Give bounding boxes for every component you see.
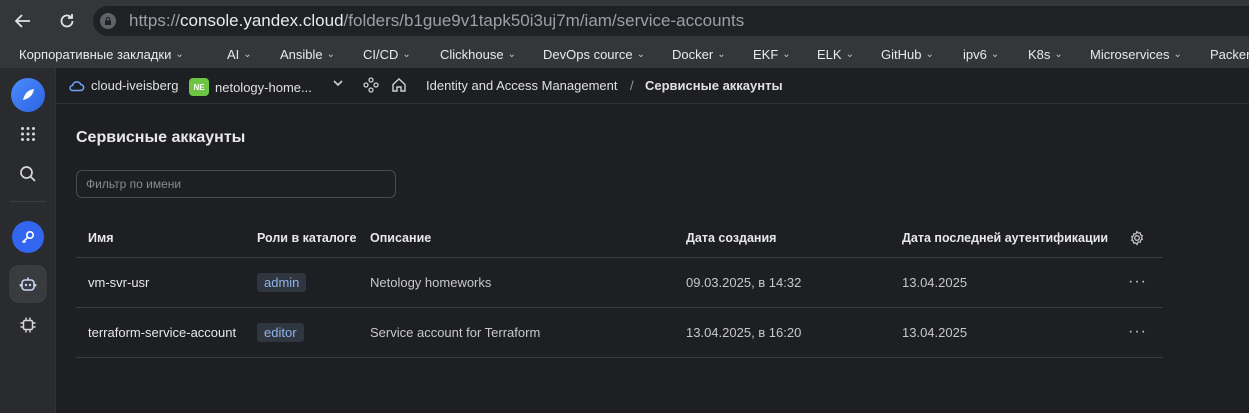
bookmark-label: DevOps cource [543, 47, 633, 62]
robot-icon[interactable] [9, 265, 47, 303]
breadcrumb: cloud-iveisberg NE netology-home... Iden… [56, 68, 1249, 104]
bookmark-folder[interactable]: Ansible ⌄ [280, 47, 335, 62]
service-name: Identity and Access Management [426, 78, 618, 93]
breadcrumb-folder[interactable]: NE netology-home... [189, 78, 312, 96]
yandex-cloud-logo-icon[interactable] [11, 78, 45, 112]
key-icon[interactable] [12, 221, 44, 253]
chevron-down-icon: ⌄ [175, 49, 184, 60]
table-row[interactable]: terraform-service-account editor Service… [76, 308, 1163, 358]
sidebar-divider [10, 201, 46, 202]
column-header-created[interactable]: Дата создания [686, 231, 776, 245]
table-header-row: Имя Роли в каталоге Описание Дата создан… [76, 218, 1163, 258]
bookmark-label: CI/CD [363, 47, 399, 62]
url-scheme: https:// [129, 11, 181, 30]
bookmark-folder[interactable]: Packer [1210, 47, 1249, 62]
left-sidebar [0, 68, 56, 413]
bookmarks-bar: Корпоративные закладки ⌄ AI ⌄ Ansible ⌄ CI/… [0, 42, 1249, 68]
chevron-down-icon: ⌄ [326, 49, 336, 60]
bookmark-folder[interactable]: GitHub ⌄ [881, 47, 934, 62]
home-icon[interactable] [391, 77, 407, 93]
search-icon[interactable] [9, 155, 47, 193]
bookmark-label: Clickhouse [440, 47, 504, 62]
site-info-icon[interactable] [100, 13, 116, 29]
chevron-down-icon: ⌄ [636, 49, 645, 60]
bookmark-label: AI [227, 47, 240, 62]
bookmark-folder[interactable]: ipv6 ⌄ [963, 47, 999, 62]
page-title: Сервисные аккаунты [76, 129, 246, 146]
reload-icon[interactable] [55, 9, 79, 33]
url-path: /folders/b1gue9v1tapk50i3uj7m/iam/servic… [343, 11, 745, 30]
chevron-down-icon: ⌄ [717, 49, 726, 60]
role-badge: admin [257, 273, 307, 292]
chevron-down-icon: ⌄ [845, 49, 854, 60]
bookmark-folder[interactable]: DevOps cource ⌄ [543, 47, 645, 62]
table-row[interactable]: vm-svr-usr admin Netology homeworks 09.0… [76, 258, 1163, 308]
bookmark-folder[interactable]: ELK ⌄ [817, 47, 854, 62]
bookmark-label: Ansible [280, 47, 323, 62]
bookmark-label: Docker [672, 47, 714, 62]
bookmark-label: ipv6 [963, 47, 987, 62]
chevron-down-icon: ⌄ [1173, 49, 1182, 60]
account-description: Netology homeworks [370, 275, 492, 290]
table-settings-gear-icon[interactable] [1129, 230, 1145, 246]
chevron-down-icon: ⌄ [990, 49, 1000, 60]
address-bar[interactable]: https://console.yandex.cloud/folders/b1g… [93, 6, 1249, 36]
role-badge: editor [257, 323, 304, 342]
bookmark-label: K8s [1028, 47, 1051, 62]
back-arrow-icon[interactable] [11, 9, 35, 33]
account-name[interactable]: terraform-service-account [88, 325, 236, 340]
account-description: Service account for Terraform [370, 325, 541, 340]
more-actions-icon[interactable]: ··· [1128, 323, 1147, 341]
more-actions-icon[interactable]: ··· [1128, 273, 1147, 291]
bookmark-label: EKF [753, 47, 779, 62]
bookmark-folder[interactable]: Microservices ⌄ [1090, 47, 1182, 62]
separator-label: / [630, 78, 634, 93]
bookmark-folder[interactable]: CI/CD ⌄ [363, 47, 411, 62]
name-filter-input[interactable] [76, 170, 396, 198]
column-header-last-auth[interactable]: Дата последней аутентификации [902, 231, 1108, 245]
cloud-icon [69, 81, 85, 92]
last-auth-date: 13.04.2025 [902, 325, 968, 340]
chevron-down-icon: ⌄ [925, 49, 934, 60]
bookmark-label: ELK [817, 47, 842, 62]
bookmark-folder[interactable]: EKF ⌄ [753, 47, 791, 62]
breadcrumb-cloud[interactable]: cloud-iveisberg [68, 78, 178, 93]
bookmark-folder[interactable]: Корпоративные закладки ⌄ [19, 47, 184, 62]
chevron-down-icon: ⌄ [1054, 49, 1063, 60]
folder-name: netology-home... [215, 79, 312, 95]
bookmark-folder[interactable]: Clickhouse ⌄ [440, 47, 516, 62]
bookmark-folder[interactable]: K8s ⌄ [1028, 47, 1063, 62]
breadcrumb-current: Сервисные аккаунты [645, 78, 783, 93]
chevron-down-icon: ⌄ [402, 49, 411, 60]
folder-badge: NE [189, 78, 209, 96]
column-header-description[interactable]: Описание [370, 231, 431, 245]
chevron-down-icon: ⌄ [243, 49, 252, 60]
bookmark-label: GitHub [881, 47, 922, 62]
chip-icon[interactable] [9, 306, 47, 344]
chevron-down-icon: ⌄ [782, 49, 791, 60]
created-date: 09.03.2025, в 14:32 [686, 275, 802, 290]
browser-toolbar: https://console.yandex.cloud/folders/b1g… [0, 0, 1249, 42]
bookmark-folder[interactable]: AI ⌄ [227, 47, 252, 62]
bookmark-label: Microservices [1090, 47, 1170, 62]
column-header-roles[interactable]: Роли в каталоге [257, 231, 356, 245]
created-date: 13.04.2025, в 16:20 [686, 325, 802, 340]
current-page-label: Сервисные аккаунты [645, 78, 783, 93]
last-auth-date: 13.04.2025 [902, 275, 968, 290]
breadcrumb-separator: / [630, 78, 634, 93]
bookmark-folder[interactable]: Docker ⌄ [672, 47, 726, 62]
breadcrumb-service[interactable]: Identity and Access Management [426, 78, 618, 93]
cloud-name: cloud-iveisberg [91, 78, 179, 93]
bookmark-label: Packer [1210, 47, 1249, 62]
services-hub-icon[interactable] [363, 77, 379, 93]
bookmark-label: Корпоративные закладки [19, 47, 172, 62]
folder-dropdown-chevron-icon[interactable] [332, 77, 344, 89]
url-host: console.yandex.cloud [180, 11, 344, 30]
account-name[interactable]: vm-svr-usr [88, 275, 149, 290]
column-header-name[interactable]: Имя [88, 231, 114, 245]
chevron-down-icon: ⌄ [507, 49, 516, 60]
apps-grid-icon[interactable] [9, 115, 47, 153]
